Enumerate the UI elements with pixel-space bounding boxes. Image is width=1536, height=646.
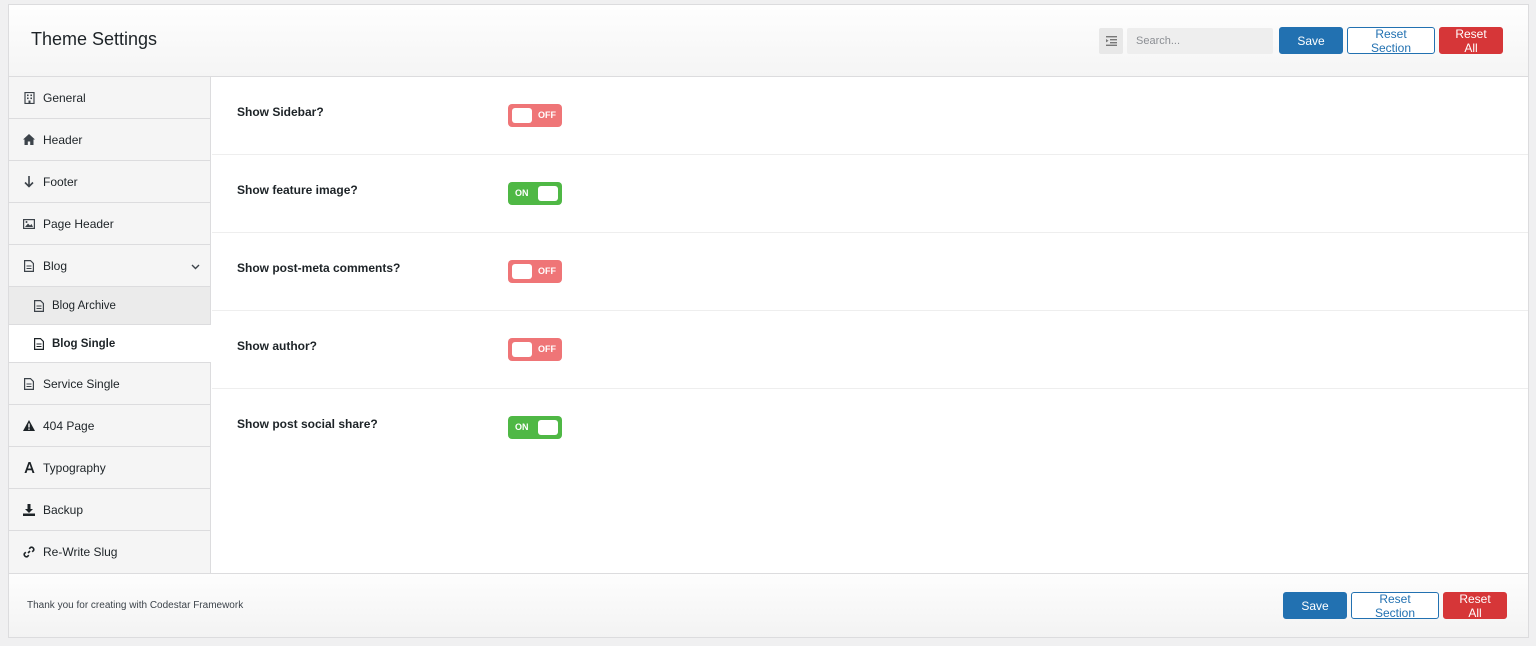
download-icon (23, 503, 35, 516)
sidebar-item-label: Header (43, 132, 83, 147)
sidebar-item-label: Service Single (43, 376, 120, 391)
reset-all-button[interactable]: Reset All (1439, 27, 1503, 55)
footer-reset-section-button[interactable]: Reset Section (1351, 592, 1439, 620)
building-icon (23, 91, 35, 104)
link-icon (23, 546, 35, 558)
field-show-author: Show author? OFF (212, 311, 1528, 389)
save-button[interactable]: Save (1279, 27, 1343, 54)
toggle-state-label: ON (515, 422, 529, 432)
sidebar-subitem-blog-single[interactable]: Blog Single (9, 325, 211, 363)
toggle-knob (538, 420, 558, 435)
image-icon (23, 218, 35, 230)
sidebar-item-page-header[interactable]: Page Header (9, 203, 210, 245)
settings-content: Show Sidebar? OFF Show feature image? ON… (212, 77, 1528, 574)
header-actions: Save Reset Section Reset All (1099, 27, 1503, 55)
chevron-down-icon (191, 259, 200, 273)
footer-credit: Thank you for creating with Codestar Fra… (27, 600, 244, 611)
sidebar-item-service-single[interactable]: Service Single (9, 363, 210, 405)
panel-header: Theme Settings Save Reset Section Reset … (9, 5, 1528, 77)
footer-actions: Save Reset Section Reset All (1283, 592, 1507, 620)
sidebar-item-rewrite-slug[interactable]: Re-Write Slug (9, 531, 210, 573)
sidebar-item-typography[interactable]: Typography (9, 447, 210, 489)
show-post-meta-comments-toggle[interactable]: OFF (508, 260, 562, 283)
field-label: Show author? (237, 339, 317, 353)
field-show-sidebar: Show Sidebar? OFF (212, 77, 1528, 155)
toggle-state-label: OFF (538, 110, 556, 120)
toggle-knob (512, 342, 532, 357)
field-show-post-social-share: Show post social share? ON (212, 389, 1528, 467)
document-icon (34, 337, 45, 350)
footer-save-button[interactable]: Save (1283, 592, 1347, 619)
sidebar-subitem-blog-archive[interactable]: Blog Archive (9, 287, 210, 325)
field-label: Show Sidebar? (237, 105, 324, 119)
sidebar-item-label: 404 Page (43, 418, 95, 433)
sidebar-item-label: General (43, 90, 86, 105)
field-show-feature-image: Show feature image? ON (212, 155, 1528, 233)
expand-all-button[interactable] (1099, 27, 1123, 54)
footer-reset-all-button[interactable]: Reset All (1443, 592, 1507, 620)
panel-footer: Thank you for creating with Codestar Fra… (9, 573, 1528, 637)
document-icon (23, 259, 35, 272)
sidebar-item-label: Blog (43, 258, 68, 273)
sidebar-item-blog[interactable]: Blog (9, 245, 210, 287)
font-icon (23, 462, 35, 474)
page-title: Theme Settings (31, 29, 158, 49)
sidebar-item-backup[interactable]: Backup (9, 489, 210, 531)
sidebar-item-404-page[interactable]: 404 Page (9, 405, 210, 447)
show-feature-image-toggle[interactable]: ON (508, 182, 562, 205)
search-input[interactable] (1127, 27, 1273, 54)
warning-icon (23, 420, 35, 432)
arrow-down-icon (23, 175, 35, 188)
sidebar-item-header[interactable]: Header (9, 119, 210, 161)
sidebar-item-general[interactable]: General (9, 77, 210, 119)
field-label: Show post-meta comments? (237, 261, 401, 275)
field-show-post-meta-comments: Show post-meta comments? OFF (212, 233, 1528, 311)
theme-settings-panel: Theme Settings Save Reset Section Reset … (8, 4, 1529, 638)
sidebar-item-label: Re-Write Slug (43, 545, 118, 559)
sidebar-nav: General Header Footer Page Header Blog B… (9, 77, 211, 574)
toggle-state-label: ON (515, 188, 529, 198)
sidebar-item-label: Blog Single (52, 337, 116, 350)
toggle-knob (538, 186, 558, 201)
document-icon (34, 299, 45, 312)
home-icon (23, 134, 35, 146)
document-icon (23, 377, 35, 390)
toggle-state-label: OFF (538, 344, 556, 354)
sidebar-item-label: Blog Archive (52, 299, 116, 312)
field-label: Show feature image? (237, 183, 358, 197)
show-post-social-share-toggle[interactable]: ON (508, 416, 562, 439)
sidebar-item-label: Page Header (43, 216, 114, 231)
list-indent-icon (1105, 35, 1117, 46)
sidebar-item-label: Footer (43, 174, 78, 189)
toggle-state-label: OFF (538, 266, 556, 276)
sidebar-item-footer[interactable]: Footer (9, 161, 210, 203)
field-label: Show post social share? (237, 417, 378, 431)
sidebar-item-label: Backup (43, 502, 84, 517)
toggle-knob (512, 264, 532, 279)
sidebar-item-label: Typography (43, 460, 106, 475)
reset-section-button[interactable]: Reset Section (1347, 27, 1435, 55)
show-author-toggle[interactable]: OFF (508, 338, 562, 361)
show-sidebar-toggle[interactable]: OFF (508, 104, 562, 127)
toggle-knob (512, 108, 532, 123)
